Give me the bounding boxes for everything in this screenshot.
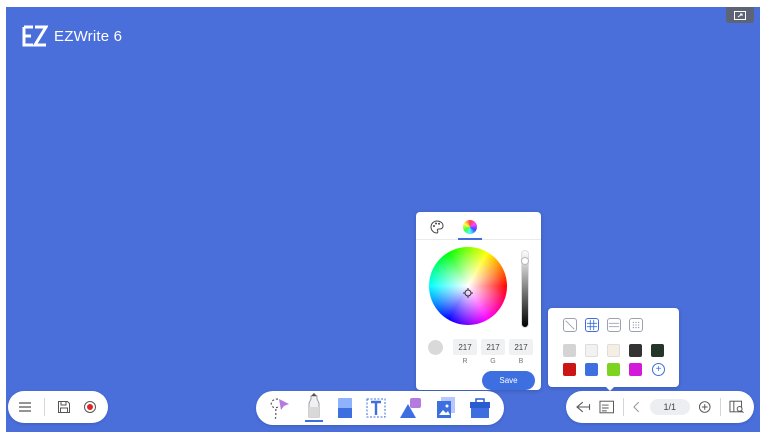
color-swatch[interactable] <box>563 363 576 376</box>
page-overview-icon[interactable] <box>729 400 744 414</box>
green-value-input[interactable]: 217 <box>481 339 505 355</box>
window-icon <box>734 10 746 20</box>
brightness-slider-thumb[interactable] <box>521 257 529 265</box>
lasso-select-icon[interactable] <box>268 395 292 421</box>
left-toolbar <box>8 391 108 423</box>
tools-toolbar <box>256 391 504 425</box>
current-color-swatch <box>428 340 443 355</box>
blue-value-input[interactable]: 217 <box>509 339 533 355</box>
active-tab-indicator <box>458 238 482 240</box>
color-wheel-tab-icon[interactable] <box>463 220 477 234</box>
pen-icon[interactable] <box>303 393 325 423</box>
color-swatch[interactable] <box>585 344 598 357</box>
grid-background-icon[interactable] <box>585 318 599 332</box>
color-swatch[interactable] <box>563 344 576 357</box>
color-palette-panel: + <box>548 308 679 387</box>
shapes-icon[interactable] <box>398 396 424 420</box>
back-icon[interactable] <box>576 400 591 414</box>
save-icon[interactable] <box>57 400 71 414</box>
add-color-button[interactable]: + <box>652 363 665 376</box>
minimize-window-button[interactable] <box>726 7 754 23</box>
brightness-slider[interactable] <box>521 250 529 328</box>
prev-page-icon[interactable] <box>632 400 642 414</box>
page-indicator[interactable]: 1/1 <box>649 399 691 415</box>
whiteboard-canvas[interactable]: EZWrite 6 217 217 217 R G B Save + <box>6 7 760 432</box>
no-fill-icon[interactable] <box>563 318 577 332</box>
color-swatch[interactable] <box>607 363 620 376</box>
color-swatch[interactable] <box>651 344 664 357</box>
green-label: G <box>490 358 496 365</box>
app-title: EZWrite 6 <box>54 27 123 45</box>
toolbox-icon[interactable] <box>468 396 492 420</box>
color-swatch[interactable] <box>629 363 642 376</box>
toolbar-divider <box>44 398 45 416</box>
menu-icon[interactable] <box>18 401 32 413</box>
record-icon[interactable] <box>83 400 97 414</box>
red-label: R <box>462 358 468 365</box>
toolbar-divider <box>622 398 624 416</box>
crosshair-icon[interactable] <box>463 288 473 298</box>
app-logo: EZWrite 6 <box>22 25 122 47</box>
color-wheel[interactable] <box>429 247 507 325</box>
ez-logo-icon <box>22 25 48 47</box>
toolbar-divider <box>719 398 721 416</box>
color-picker-panel: 217 217 217 R G B Save <box>416 212 541 390</box>
dots-background-icon[interactable] <box>629 318 643 332</box>
picker-tabs <box>416 212 541 240</box>
red-value-input[interactable]: 217 <box>453 339 477 355</box>
image-icon[interactable] <box>435 396 457 420</box>
color-swatch[interactable] <box>607 344 620 357</box>
page-toolbar: 1/1 <box>566 391 754 423</box>
eraser-icon[interactable] <box>336 396 354 420</box>
color-swatch[interactable] <box>585 363 598 376</box>
notes-icon[interactable] <box>599 400 615 414</box>
color-swatch[interactable] <box>629 344 642 357</box>
blue-label: B <box>518 358 524 365</box>
text-icon[interactable] <box>365 397 387 419</box>
palette-tab-icon[interactable] <box>430 220 444 234</box>
save-color-button[interactable]: Save <box>482 371 535 390</box>
add-page-icon[interactable] <box>698 400 712 414</box>
lines-background-icon[interactable] <box>607 318 621 332</box>
